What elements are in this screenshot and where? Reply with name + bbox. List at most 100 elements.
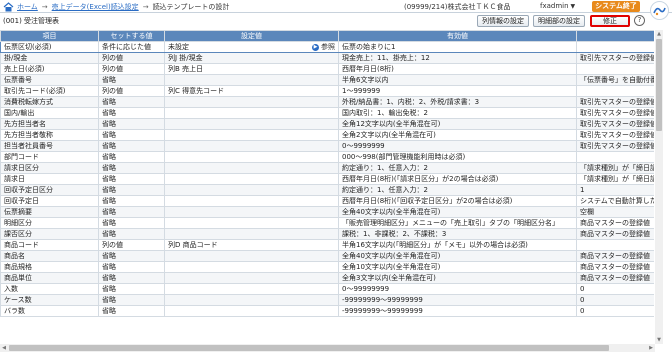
table-row[interactable]: 明細区分 省略 「販売管理明細区分」メニューの「売上取引」タブの「明細区分名」 商品マ…: [0, 217, 654, 229]
table-row[interactable]: 入数 省略 0～99999999 0: [0, 283, 654, 295]
column-info-settings-button[interactable]: 列情報の設定: [477, 15, 529, 27]
table-row[interactable]: 掛/現金 列の値 列J 掛/現金 現金売上：11、掛売上：12 取引先マスターの登録値: [0, 52, 654, 64]
breadcrumb-home-link[interactable]: ホーム: [17, 2, 38, 12]
table-row[interactable]: 担当者社員番号 省略 0～9999999 取引先マスターの登録値: [0, 140, 654, 152]
table-row[interactable]: 先方担当者敬称 省略 全角2文字以内(全半角混在可) 取引先マスターの登録値: [0, 129, 654, 141]
table-cell: 全角10文字以内(全半角混在可): [338, 261, 577, 273]
table-row[interactable]: 商品単位 省略 全角3文字以内(全半角混在可) 商品マスターの登録値: [0, 272, 654, 284]
detail-settings-button[interactable]: 明細部の設定: [533, 15, 585, 27]
table-cell: バラ数: [0, 305, 99, 317]
user-name: fxadmin: [540, 2, 569, 10]
table-row[interactable]: 商品規格 省略 全角10文字以内(全半角混在可) 商品マスターの登録値: [0, 261, 654, 273]
table-row[interactable]: 回収予定日区分 省略 約定通り：1、任意入力：2 1: [0, 184, 654, 196]
table-cell: 0～9999999: [338, 140, 577, 152]
scroll-right-icon[interactable]: ▶: [647, 344, 655, 352]
company-name: (09999/214)株式会社ＴＫＣ食品: [404, 3, 511, 11]
table-row[interactable]: 請求日区分省略 約定通り：1、任意入力：2「請求種別」が「締日請求: [0, 162, 654, 174]
table-cell: 担当者社員番号: [0, 140, 99, 152]
table-cell: 課税：1、非課税：2、不課税：3: [338, 228, 577, 240]
table-cell: 取引先マスターの登録値: [576, 52, 654, 64]
table-cell: 省略: [98, 294, 165, 306]
scroll-left-icon[interactable]: ◀: [0, 344, 8, 352]
breadcrumb-separator: →: [142, 2, 149, 11]
table-cell: 省略: [98, 206, 165, 218]
table-cell: 伝票番号: [0, 74, 99, 86]
table-cell: 国内/輸出: [0, 107, 99, 119]
table-cell: 商品マスターの登録値: [576, 217, 654, 229]
table-cell: [576, 239, 654, 251]
table-cell: 商品名: [0, 250, 99, 262]
table-cell: 全角3文字以内(全半角混在可): [338, 272, 577, 284]
table-cell: [164, 217, 339, 229]
vertical-scroll-thumb[interactable]: [656, 39, 662, 131]
page-title: (001) 受注管理表: [3, 17, 60, 25]
table-cell: [164, 206, 339, 218]
table-row[interactable]: 回収予定日 省略 西暦年月日(8桁)(「回収予定日区分」が2の場合は必須) システムで…: [0, 195, 654, 207]
table-cell: 省略: [98, 140, 165, 152]
table-row[interactable]: 取引先コード(必須) 列の値 列C 得意先コード 1～999999: [0, 85, 654, 97]
table-cell: 省略: [98, 129, 165, 141]
table-row[interactable]: 国内/輸出 省略 国内取引：1、輸出免税：2 取引先マスターの登録値: [0, 107, 654, 119]
table-cell: 請求日区分: [0, 162, 99, 174]
table-cell: 全角40文字以内(全半角混在可): [338, 250, 577, 262]
table-cell: 省略: [98, 261, 165, 273]
user-menu[interactable]: fxadmin ▼: [540, 2, 575, 10]
horizontal-scroll-thumb[interactable]: [9, 345, 609, 351]
table-cell: [164, 96, 339, 108]
table-cell: 0: [576, 294, 654, 306]
scroll-down-icon[interactable]: ▼: [655, 336, 663, 344]
table-cell: [164, 140, 339, 152]
table-cell: 商品コード: [0, 239, 99, 251]
table-cell: 0: [576, 305, 654, 317]
table-row[interactable]: 部門コード 省略 000～998(部門管理機能利用時は必須): [0, 151, 654, 163]
table-cell: 0: [576, 283, 654, 295]
table-cell: 取引先マスターの登録値: [576, 96, 654, 108]
table-cell: 先方担当者名: [0, 118, 99, 130]
breadcrumb-current: 読込テンプレートの設計: [152, 2, 230, 11]
table-cell: システムで自動計算した: [576, 195, 654, 207]
home-icon[interactable]: [3, 1, 14, 12]
table-cell: [576, 151, 654, 163]
system-exit-button[interactable]: システム終了: [592, 1, 640, 12]
table-row[interactable]: 課否区分 省略 課税：1、非課税：2、不課税：3 商品マスターの登録値: [0, 228, 654, 240]
table-row[interactable]: 伝票区切(必須) 条件に応じた値 未設定 ▶ 参照 伝票の始まりに1: [0, 41, 654, 53]
table-cell: 現金売上：11、掛売上：12: [338, 52, 577, 64]
table-cell: 西暦年月日(8桁)(「請求日区分」が2の場合は必須): [338, 173, 577, 185]
help-icon[interactable]: ?: [634, 15, 645, 26]
edit-button[interactable]: 修正: [590, 15, 630, 27]
table-row[interactable]: 消費税転嫁方式 省略 外税/納品書：1、内税：2、外税/請求書：3 取引先マスターの登…: [0, 96, 654, 108]
table-row[interactable]: ケース数 省略 -99999999～99999999 0: [0, 294, 654, 306]
scroll-up-icon[interactable]: ▲: [655, 30, 663, 38]
table-row[interactable]: バラ数 省略 -99999999～99999999 0: [0, 305, 654, 317]
table-cell: 明細区分: [0, 217, 99, 229]
vertical-scrollbar[interactable]: ▲ ▼: [655, 30, 663, 344]
table-row[interactable]: 請求日 省略 西暦年月日(8桁)(「請求日区分」が2の場合は必須) 「請求種別」が「締…: [0, 173, 654, 185]
breadcrumb-sales-data-link[interactable]: 売上データ(Excel)読込設定: [52, 2, 139, 12]
table-row[interactable]: 先方担当者名 省略 全角12文字以内(全半角混在可) 取引先マスターの登録値: [0, 118, 654, 130]
column-header-setting: 設定値: [164, 30, 339, 42]
table-cell: 約定通り：1、任意入力：2: [338, 162, 577, 174]
table-cell: 国内取引：1、輸出免税：2: [338, 107, 577, 119]
table-cell: 取引先マスターの登録値: [576, 129, 654, 141]
table-cell: [164, 228, 339, 240]
table-row[interactable]: 伝票番号 省略 半角6文字以内 「伝票番号」を自動付番: [0, 74, 654, 86]
table-cell: [164, 305, 339, 317]
table-cell: 伝票の始まりに1: [338, 41, 577, 53]
table-cell: 未設定 ▶ 参照: [164, 41, 339, 53]
table-cell: 半角16文字以内(「明細区分」が「メモ」以外の場合は必須): [338, 239, 577, 251]
table-row[interactable]: 商品コード 列の値 列D 商品コード 半角16文字以内(「明細区分」が「メモ」以外の場…: [0, 239, 654, 251]
table-cell: 省略: [98, 184, 165, 196]
table-cell: 約定通り：1、任意入力：2: [338, 184, 577, 196]
table-row[interactable]: 伝票摘要 省略 全角40文字以内(全半角混在可) 空欄: [0, 206, 654, 218]
table-cell: 商品マスターの登録値: [576, 250, 654, 262]
template-table: 項目 セットする値 設定値 有効値 伝票区切(必須) 条件に応じた値 未設定 ▶ 参照伝…: [0, 30, 654, 317]
table-cell: 商品マスターの登録値: [576, 261, 654, 273]
browse-button[interactable]: ▶ 参照: [312, 43, 335, 52]
table-cell: [576, 63, 654, 75]
table-cell: 1: [576, 184, 654, 196]
table-row[interactable]: 売上日(必須) 列の値 列B 売上日 西暦年月日(8桁): [0, 63, 654, 75]
table-cell: 取引先マスターの登録値: [576, 140, 654, 152]
table-row[interactable]: 商品名 省略 全角40文字以内(全半角混在可) 商品マスターの登録値: [0, 250, 654, 262]
table-cell: 部門コード: [0, 151, 99, 163]
horizontal-scrollbar[interactable]: ◀ ▶: [0, 344, 655, 352]
